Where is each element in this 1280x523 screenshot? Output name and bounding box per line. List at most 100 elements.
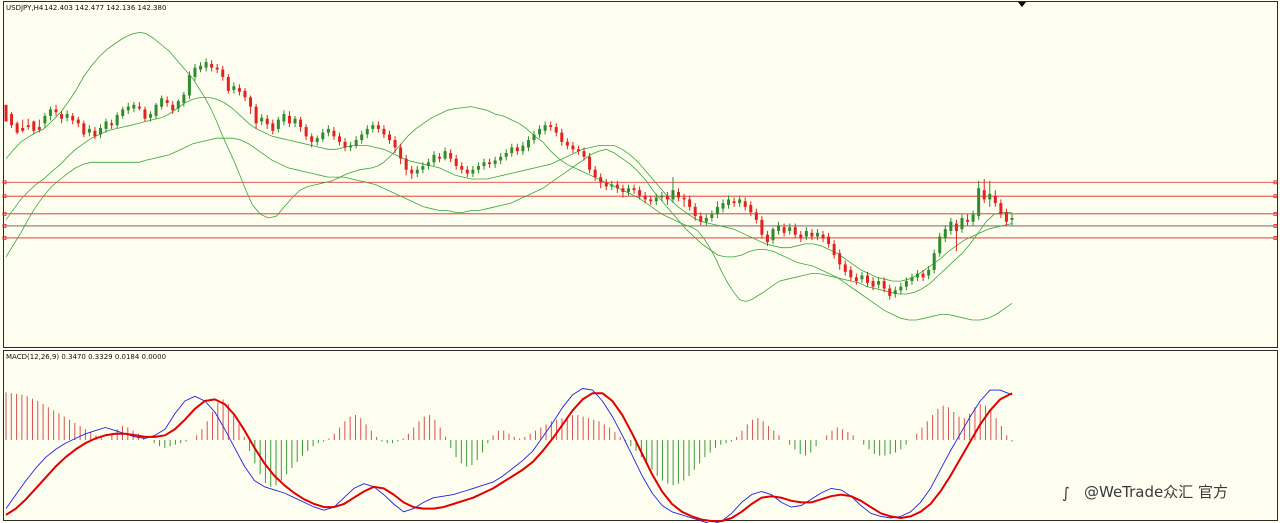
bear-candle-body — [765, 234, 769, 243]
bull-candle-body — [154, 104, 158, 116]
bear-candle-body — [71, 115, 75, 121]
bear-candle-body — [243, 90, 247, 98]
bear-candle-body — [310, 136, 314, 142]
bear-candle-body — [287, 115, 291, 124]
bear-candle-body — [4, 104, 8, 122]
bull-candle-body — [904, 281, 908, 287]
bear-candle-body — [337, 136, 341, 142]
bull-candle-body — [415, 169, 419, 174]
bull-candle-body — [788, 227, 792, 231]
bear-candle-body — [143, 109, 147, 119]
bear-candle-body — [832, 243, 836, 256]
bull-candle-body — [160, 98, 164, 107]
bear-candle-body — [254, 106, 258, 124]
bear-candle-body — [593, 169, 597, 178]
bull-candle-body — [932, 253, 936, 270]
bear-candle-body — [882, 281, 886, 289]
bear-candle-body — [632, 188, 636, 191]
bull-candle-body — [521, 145, 525, 152]
trading-chart[interactable]: USDJPY,H4 142.403 142.477 142.136 142.38… — [0, 0, 1280, 523]
bull-candle-body — [87, 128, 91, 133]
bull-candle-body — [877, 281, 881, 285]
bull-candle-body — [704, 217, 708, 222]
bull-candle-body — [193, 67, 197, 77]
bull-candle-body — [660, 195, 664, 198]
bear-candle-body — [26, 125, 30, 128]
bear-candle-body — [82, 123, 86, 135]
bear-candle-body — [376, 125, 380, 129]
bear-candle-body — [888, 288, 892, 296]
bull-candle-body — [626, 188, 630, 192]
bull-candle-body — [721, 203, 725, 209]
bear-candle-body — [682, 197, 686, 200]
bull-candle-body — [927, 269, 931, 276]
bear-candle-body — [649, 199, 653, 202]
bear-candle-body — [810, 232, 814, 237]
bull-candle-body — [421, 166, 425, 170]
bear-candle-body — [454, 158, 458, 167]
bull-candle-body — [443, 151, 447, 159]
bull-candle-body — [804, 230, 808, 237]
bear-candle-body — [304, 127, 308, 137]
bear-candle-body — [221, 69, 225, 77]
bear-candle-body — [677, 191, 681, 198]
bull-candle-body — [149, 114, 153, 118]
bear-candle-body — [565, 141, 569, 146]
bear-candle-body — [871, 281, 875, 287]
bear-candle-body — [621, 188, 625, 192]
bear-candle-body — [827, 236, 831, 244]
bull-candle-body — [371, 125, 375, 129]
bull-candle-body — [715, 206, 719, 215]
bear-candle-body — [60, 114, 64, 119]
bull-candle-body — [260, 117, 264, 122]
bear-candle-body — [465, 169, 469, 174]
bull-candle-body — [526, 140, 530, 148]
bear-candle-body — [249, 97, 253, 107]
ohlc-label: 142.403 142.477 142.136 142.380 — [44, 4, 166, 12]
bear-candle-body — [1004, 212, 1008, 222]
bear-candle-body — [838, 253, 842, 265]
bear-candle-body — [599, 177, 603, 183]
bear-candle-body — [582, 151, 586, 157]
bull-candle-body — [1010, 217, 1014, 220]
bull-candle-body — [610, 184, 614, 187]
bear-candle-body — [821, 234, 825, 239]
chart-background — [0, 0, 1280, 523]
bear-candle-body — [576, 149, 580, 152]
bear-candle-body — [549, 125, 553, 128]
bear-candle-body — [271, 123, 275, 131]
bear-candle-body — [343, 141, 347, 148]
bear-candle-body — [410, 169, 414, 174]
bull-candle-body — [949, 221, 953, 231]
bear-candle-body — [237, 88, 241, 92]
bear-candle-body — [10, 114, 14, 126]
watermark: ∫ @WeTrade众汇 官方 — [1062, 483, 1228, 502]
bear-candle-body — [488, 162, 492, 165]
bull-candle-body — [943, 229, 947, 239]
bull-candle-body — [476, 166, 480, 170]
macd-label: MACD(12,26,9) 0.3470 0.3329 0.0184 0.000… — [6, 353, 166, 361]
bull-candle-body — [176, 101, 180, 109]
bear-candle-body — [954, 223, 958, 231]
bull-candle-body — [977, 188, 981, 217]
watermark-logo-icon: ∫ — [1062, 484, 1070, 502]
bull-candle-body — [471, 169, 475, 174]
bear-candle-body — [32, 121, 36, 131]
bull-candle-body — [65, 114, 69, 118]
bull-candle-body — [349, 145, 353, 148]
bull-candle-body — [232, 86, 236, 90]
bear-candle-body — [171, 104, 175, 111]
bear-candle-body — [210, 63, 214, 68]
bull-candle-body — [860, 275, 864, 280]
bear-candle-body — [921, 273, 925, 278]
bear-candle-body — [749, 204, 753, 213]
bear-candle-body — [515, 147, 519, 152]
bear-candle-body — [449, 153, 453, 159]
bull-candle-body — [543, 125, 547, 131]
bear-candle-body — [588, 156, 592, 170]
bull-candle-body — [98, 127, 102, 135]
bear-candle-body — [460, 166, 464, 170]
bull-candle-body — [48, 109, 52, 116]
bear-candle-body — [560, 132, 564, 142]
bear-candle-body — [226, 76, 230, 91]
